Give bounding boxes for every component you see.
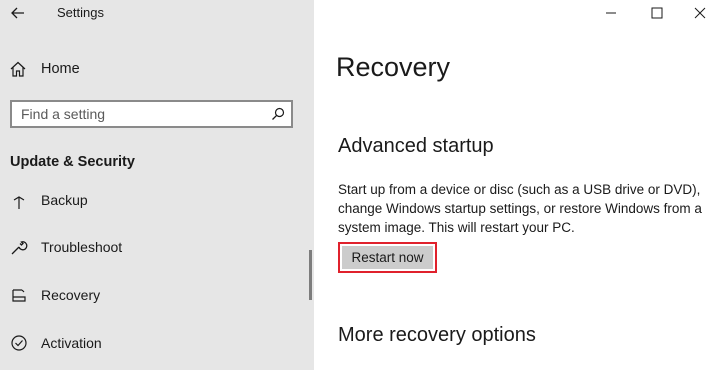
sidebar-item-troubleshoot[interactable]: Troubleshoot bbox=[0, 227, 300, 267]
backup-icon bbox=[9, 190, 29, 210]
sidebar-item-label: Activation bbox=[41, 335, 102, 351]
minimize-icon bbox=[606, 12, 616, 14]
more-recovery-options-heading: More recovery options bbox=[338, 324, 536, 346]
minimize-button[interactable] bbox=[588, 0, 634, 26]
maximize-button[interactable] bbox=[634, 0, 680, 26]
section-title: Update & Security bbox=[10, 154, 135, 170]
sidebar-item-activation[interactable]: Activation bbox=[0, 323, 300, 363]
sidebar-item-label: Backup bbox=[41, 192, 88, 208]
sidebar-item-backup[interactable]: Backup bbox=[0, 180, 300, 220]
back-arrow-icon bbox=[11, 7, 24, 19]
app-title: Settings bbox=[57, 5, 104, 20]
recovery-icon bbox=[9, 285, 29, 305]
search-box[interactable] bbox=[10, 100, 293, 128]
activation-icon bbox=[9, 333, 29, 353]
close-icon bbox=[694, 7, 706, 19]
search-input[interactable] bbox=[21, 105, 261, 123]
search-icon[interactable] bbox=[271, 107, 285, 121]
back-button[interactable] bbox=[6, 2, 30, 24]
sidebar-item-recovery[interactable]: Recovery bbox=[0, 275, 300, 315]
sidebar-item-label: Troubleshoot bbox=[41, 239, 123, 255]
close-button[interactable] bbox=[677, 0, 723, 26]
home-icon bbox=[10, 61, 26, 77]
settings-window: Settings Home Update & Security Backup bbox=[0, 0, 723, 370]
page-title: Recovery bbox=[336, 52, 451, 82]
advanced-startup-description: Start up from a device or disc (such as … bbox=[338, 182, 702, 235]
advanced-startup-heading: Advanced startup bbox=[338, 135, 494, 157]
sidebar-item-home[interactable]: Home bbox=[9, 57, 80, 81]
sidebar-item-label: Recovery bbox=[41, 287, 101, 303]
maximize-icon bbox=[651, 7, 663, 19]
wrench-icon bbox=[9, 237, 29, 257]
sidebar-scrollbar[interactable] bbox=[309, 250, 312, 300]
sidebar: Settings Home Update & Security Backup bbox=[0, 0, 314, 370]
restart-now-button[interactable]: Restart now bbox=[342, 246, 433, 269]
home-label: Home bbox=[41, 61, 80, 77]
